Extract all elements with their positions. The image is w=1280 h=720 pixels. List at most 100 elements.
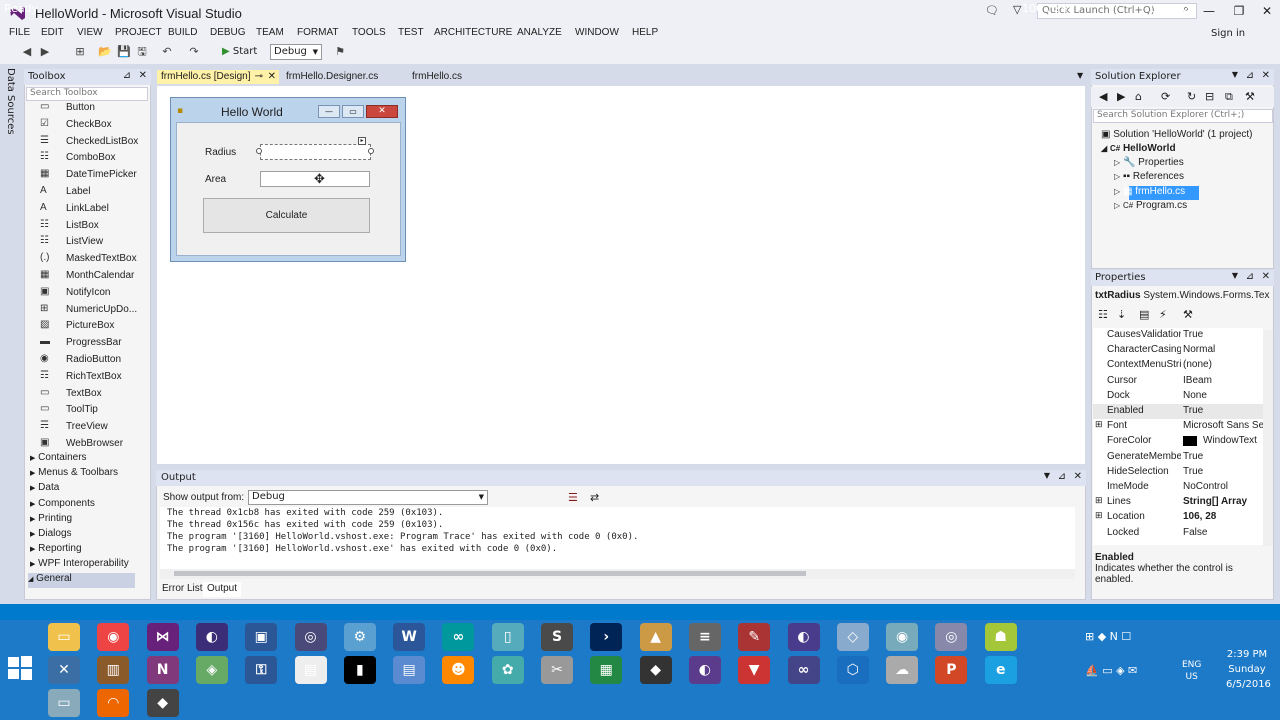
toolbox-category[interactable]: ▶ WPF Interoperability [30,558,129,573]
resize-handle-right[interactable] [368,148,374,154]
paint-icon[interactable]: ✿ [491,656,524,684]
tab-code-cs[interactable]: frmHello.cs [408,70,466,84]
app-icon[interactable]: ▣ [245,623,278,651]
pin-icon[interactable]: ⊿ [123,70,131,81]
property-row[interactable]: ⊞ Location 106, 28 [1093,510,1263,525]
pin-icon[interactable]: ⊿ [1058,471,1066,482]
property-scrollbar[interactable] [1263,330,1273,546]
property-row[interactable]: Locked False [1093,526,1263,541]
eclipse3-icon[interactable]: ◐ [688,656,721,684]
toolbox-category-general[interactable]: ◢ General [28,573,135,588]
tree-item-program[interactable]: ▷ C# Program.cs [1114,200,1187,214]
menu-build[interactable]: BUILD [168,27,197,38]
pending-changes-icon[interactable]: ⟳ [1161,90,1170,103]
property-row[interactable]: CharacterCasing Normal [1093,343,1263,358]
hex-icon[interactable]: ⬡ [836,656,869,684]
data-sources-tab[interactable] [0,64,22,604]
property-object-select[interactable]: txtRadius System.Windows.Forms.Tex [1095,290,1269,301]
toolbox-category[interactable]: ▶ Components [30,498,95,513]
close-icon[interactable]: ✕ [139,70,147,81]
property-row[interactable]: ⊞ Font Microsoft Sans Ser [1093,419,1263,434]
tab-designer-cs[interactable]: frmHello.Designer.cs [282,70,382,84]
label-radius[interactable]: Radius [205,147,236,158]
chrome-icon[interactable]: ◉ [97,623,130,651]
property-row[interactable]: CausesValidation True [1093,328,1263,343]
filter-icon[interactable]: ▽ [1013,3,1021,16]
file-explorer-icon[interactable]: ▭ [48,623,80,651]
disc-icon[interactable]: ◎ [935,623,968,651]
notification-icon[interactable]: 🗨 [985,4,999,17]
properties-icon[interactable]: ⚒ [1245,90,1255,103]
notepad-icon[interactable]: ▤ [294,656,327,684]
form-minimize-button[interactable]: — [318,105,340,118]
eclipse2-icon[interactable]: ◐ [787,623,820,651]
android-icon[interactable]: ☗ [984,623,1017,651]
toolbox-search-input[interactable]: Search Toolbox [26,87,148,101]
expand-icon[interactable]: ⊞ [1095,419,1103,430]
toolbox-category[interactable]: ▶ Data [30,482,59,497]
tab-overflow-icon[interactable]: ▼ [1077,71,1083,80]
tree-item-properties[interactable]: ▷ 🔧 Properties [1114,157,1184,171]
output-text[interactable]: The thread 0x1cb8 has exited with code 2… [160,507,1075,569]
tree-item-references[interactable]: ▷ ▪▪ References [1114,171,1184,185]
save-all-icon[interactable]: 🖫 [135,45,149,59]
ie-icon[interactable]: e [984,656,1017,684]
pin-icon[interactable]: ⊸ [255,71,263,82]
cat-icon[interactable]: ☻ [442,656,475,684]
app8-icon[interactable]: ▦ [590,656,623,684]
forward-icon[interactable]: ▶ [1117,90,1125,103]
sign-in-link[interactable]: Sign in [1211,28,1245,39]
app2-icon[interactable]: ◎ [294,623,327,651]
app12-icon[interactable]: ◆ [146,689,179,717]
property-row[interactable]: Enabled True [1093,404,1263,419]
menu-view[interactable]: VIEW [77,27,103,38]
close-button[interactable]: ✕ [1254,2,1280,20]
menu-analyze[interactable]: ANALYZE [517,27,562,38]
solution-node[interactable]: ▣ Solution 'HelloWorld' (1 project) [1101,129,1252,143]
matlab-icon[interactable]: ▲ [639,623,672,651]
tray-icons[interactable]: ⊞ ◆ N ☐ [1085,630,1131,643]
maximize-button[interactable]: ❐ [1226,2,1252,20]
property-pages-icon[interactable]: ⚒ [1183,308,1193,321]
menu-architecture[interactable]: ARCHITECTURE [434,27,512,38]
clock[interactable]: 2:39 PM Sunday 6/5/2016 [1226,647,1271,692]
toolbar-extra-icon[interactable]: ⚑ [333,45,347,59]
project-node[interactable]: ◢ C# HelloWorld [1101,143,1176,157]
menu-window[interactable]: WINDOW [575,27,619,38]
app9-icon[interactable]: ◆ [639,656,672,684]
app4-icon[interactable]: ✎ [738,623,771,651]
properties-view-icon[interactable]: ▤ [1139,308,1149,321]
language-indicator[interactable]: ENG US [1182,659,1201,683]
toolbox-category[interactable]: ▶ Containers [30,452,87,467]
property-row[interactable]: HideSelection True [1093,465,1263,480]
forward-icon[interactable]: ▶ [38,45,52,59]
undo-icon[interactable]: ↶ [160,45,174,59]
menu-debug[interactable]: DEBUG [210,27,246,38]
close-icon[interactable]: ✕ [1074,471,1082,482]
tree-item-frmhello[interactable]: ▷ ▦ frmHello.cs [1114,186,1185,200]
form-client-area[interactable] [176,122,401,256]
arduino-icon[interactable]: ∞ [442,623,475,651]
open-file-icon[interactable]: 📂 [98,45,112,59]
infinity-icon[interactable]: ∞ [787,656,820,684]
menu-team[interactable]: TEAM [256,27,284,38]
toolbox-category[interactable]: ▶ Reporting [30,543,82,558]
tool-icon[interactable]: ✕ [48,656,80,684]
solution-search-input[interactable]: Search Solution Explorer (Ctrl+;) [1093,109,1273,123]
events-icon[interactable]: ⚡ [1159,308,1167,321]
app10-icon[interactable]: ▼ [738,656,771,684]
save-icon[interactable]: 💾 [117,45,131,59]
powershell-icon[interactable]: › [590,623,623,651]
app5-icon[interactable]: ◇ [836,623,869,651]
headphones-icon[interactable]: ◠ [97,689,130,717]
pin-icon[interactable]: ⊿ [1246,70,1254,81]
smart-tag-icon[interactable]: ▸ [358,137,366,145]
remote-desktop-icon[interactable]: ▯ [491,623,524,651]
toolbox-category[interactable]: ▶ Dialogs [30,528,72,543]
tab-form-design[interactable]: frmHello.cs [Design] ⊸ ✕ [157,70,279,84]
expand-icon[interactable]: ⊞ [1095,510,1103,521]
refresh-icon[interactable]: ↻ [1187,90,1196,103]
word-wrap-icon[interactable]: ⇄ [590,491,599,504]
dropdown-icon[interactable]: ▼ [1232,271,1238,280]
new-project-icon[interactable]: ⊞ [73,45,87,59]
